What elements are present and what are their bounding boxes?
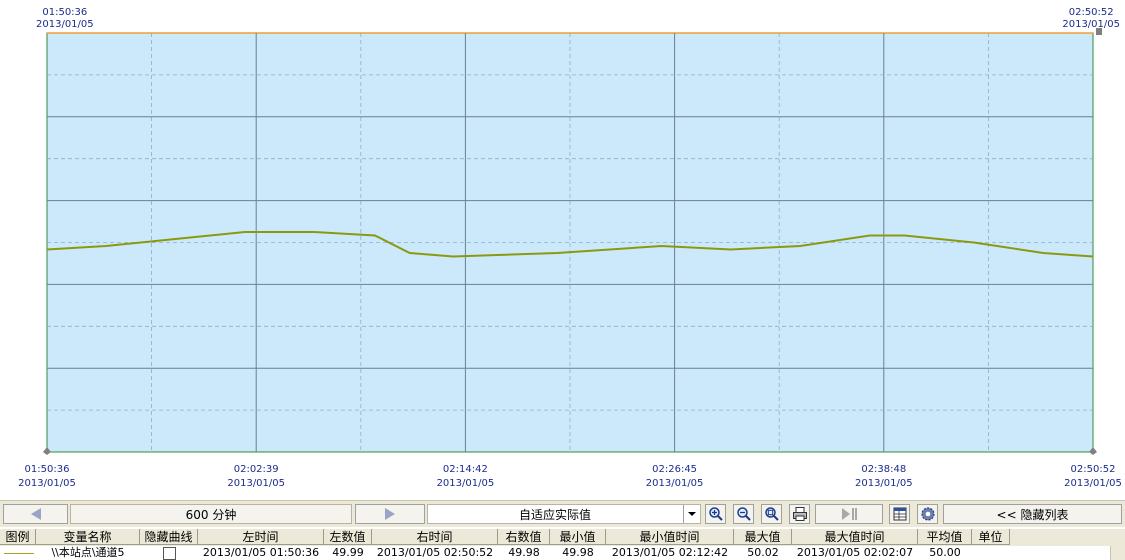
x-tick-date: 2013/01/05 [436,478,495,489]
col-left-time[interactable]: 左时间 [198,529,324,545]
chevron-down-icon[interactable] [683,505,700,523]
zoom-in-icon [708,507,723,521]
x-tick-time: 01:50:36 [24,464,70,475]
col-right-time[interactable]: 右时间 [372,529,498,545]
table-button[interactable] [889,504,910,524]
x-tick-label: 02:14:42 2013/01/05 [437,463,495,491]
x-tick-label: 02:38:48 2013/01/05 [855,463,913,491]
hide-list-label: << 隐藏列表 [996,507,1069,522]
toolbar: 600 分钟 自适应实际值 << 隐藏列表 [0,500,1125,527]
cell-max-time: 2013/01/05 02:02:07 [796,546,914,559]
x-tick-label: 02:26:45 2013/01/05 [646,463,704,491]
time-span-label: 600 分钟 [185,507,237,522]
settings-button[interactable] [917,504,938,524]
cell-unit [972,546,1010,560]
cell-average: 50.00 [929,546,961,559]
zoom-fit-button[interactable] [761,504,782,524]
zoom-fit-icon [764,507,779,521]
cell-left-time: 2013/01/05 01:50:36 [202,546,320,559]
table-row[interactable]: \\本站点\通道5 2013/01/05 01:50:36 49.99 2013… [0,546,1110,560]
zoom-in-button[interactable] [705,504,726,524]
cell-min-value: 49.98 [562,546,594,559]
settings-icon [920,507,935,521]
col-max-value[interactable]: 最大值 [734,529,792,545]
table-vertical-scrollbar[interactable] [1110,546,1125,560]
cell-right-value: 49.98 [508,546,540,559]
x-tick-label: 02:02:39 2013/01/05 [227,463,285,491]
x-tick-time: 02:50:52 [1070,464,1116,475]
x-tick-label: 02:50:52 2013/01/05 [1064,463,1122,491]
cell-left-value: 49.99 [332,546,364,559]
x-tick-date: 2013/01/05 [227,478,286,489]
trend-chart[interactable] [0,0,1125,470]
col-max-time[interactable]: 最大值时间 [792,529,918,545]
hide-list-button[interactable]: << 隐藏列表 [943,504,1122,524]
zoom-out-button[interactable] [733,504,754,524]
print-icon [792,507,807,521]
col-min-time[interactable]: 最小值时间 [606,529,734,545]
x-tick-date: 2013/01/05 [18,478,76,489]
col-unit[interactable]: 单位 [972,529,1010,545]
col-legend[interactable]: 图例 [0,529,36,545]
col-average[interactable]: 平均值 [918,529,972,545]
x-tick-date: 2013/01/05 [854,478,913,489]
x-tick-time: 02:38:48 [861,464,907,475]
legend-swatch [4,546,36,560]
x-tick-time: 02:14:42 [442,464,488,475]
scale-mode-select[interactable]: 自适应实际值 [427,504,701,524]
col-left-value[interactable]: 左数值 [324,529,372,545]
hide-curve-checkbox[interactable] [140,546,198,560]
cell-variable: \\本站点\通道5 [51,546,125,559]
col-right-value[interactable]: 右数值 [498,529,550,545]
scroll-left-button[interactable] [3,504,68,524]
arrow-left-icon [30,508,41,520]
x-tick-date: 2013/01/05 [645,478,704,489]
play-pause-icon [842,508,857,520]
col-variable[interactable]: 变量名称 [36,529,140,545]
print-button[interactable] [789,504,810,524]
x-tick-time: 02:02:39 [233,464,279,475]
play-pause-button[interactable] [815,504,883,524]
legend-table-header: 图例 变量名称 隐藏曲线 左时间 左数值 右时间 右数值 最小值 最小值时间 最… [0,529,1125,546]
col-min-value[interactable]: 最小值 [550,529,606,545]
time-span-field[interactable]: 600 分钟 [70,504,352,524]
scroll-right-button[interactable] [355,504,425,524]
cell-min-time: 2013/01/05 02:12:42 [611,546,729,559]
top-right-marker [1096,28,1102,35]
x-tick-label: 01:50:36 2013/01/05 [18,463,76,491]
x-tick-time: 02:26:45 [652,464,698,475]
table-icon [893,507,906,521]
cell-max-value: 50.02 [747,546,779,559]
cell-right-time: 2013/01/05 02:50:52 [376,546,494,559]
zoom-out-icon [736,507,751,521]
arrow-right-icon [385,508,395,520]
x-tick-date: 2013/01/05 [1064,478,1122,489]
col-hide-curve[interactable]: 隐藏曲线 [140,529,198,545]
scale-mode-value: 自适应实际值 [518,507,591,522]
